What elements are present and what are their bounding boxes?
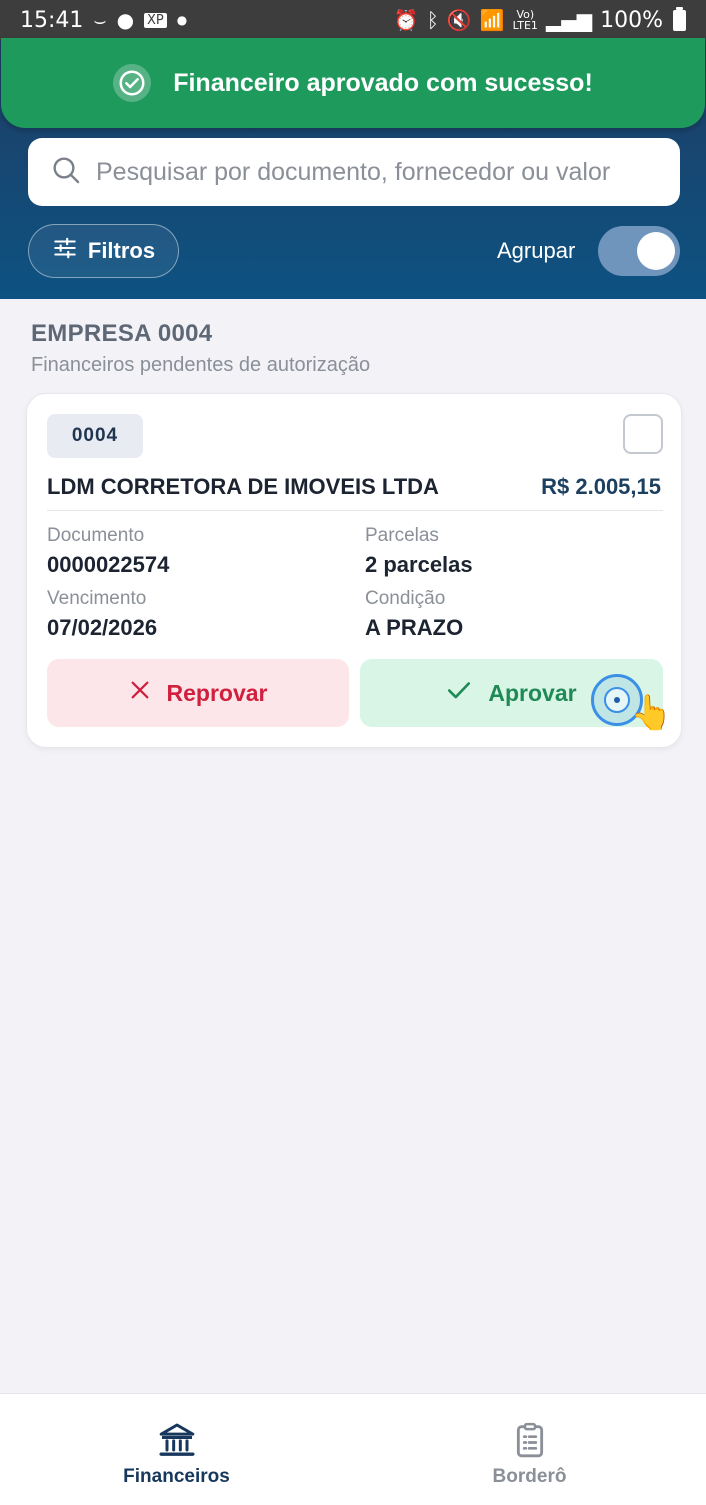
parcelas-label: Parcelas: [365, 525, 439, 546]
status-bar: 15:41 ⌣ ● XP ● ⏰ ᛒ 🔇 📶 Vo) LTE1 ▂▄▆ 100%: [0, 0, 706, 40]
pointer-hand-icon: 👆: [630, 694, 673, 732]
alarm-icon: ⏰: [393, 8, 419, 32]
notification-dot-icon: ●: [176, 13, 188, 27]
battery-icon: [673, 6, 686, 31]
nav-item-financeiros[interactable]: Financeiros: [0, 1394, 353, 1505]
xp-app-icon: XP: [144, 12, 167, 28]
group-title: EMPRESA 0004: [31, 320, 213, 347]
condicao-value: A PRAZO: [365, 615, 464, 640]
documento-label: Documento: [47, 525, 145, 546]
signal-icon: ▂▄▆: [545, 8, 593, 32]
toggle-knob: [637, 232, 675, 270]
select-checkbox[interactable]: [623, 414, 663, 454]
success-toast: Financeiro aprovado com sucesso!: [1, 38, 705, 128]
company-badge: 0004: [47, 414, 143, 458]
nav-label-bordero: Borderô: [492, 1466, 567, 1487]
amount: R$ 2.005,15: [541, 474, 661, 499]
documento-value: 0000022574: [47, 552, 170, 577]
search-bar[interactable]: [28, 138, 680, 206]
mute-icon: 🔇: [446, 8, 472, 32]
search-icon: [50, 154, 82, 191]
clipboard-list-icon: [510, 1420, 550, 1460]
parcelas-value: 2 parcelas: [365, 552, 473, 577]
check-icon: [446, 677, 472, 709]
filters-label: Filtros: [87, 238, 156, 263]
chat-icon: ●: [116, 8, 135, 32]
amazon-icon: ⌣: [93, 8, 107, 32]
check-circle-icon: [113, 64, 152, 102]
approve-label: Aprovar: [488, 679, 577, 706]
vencimento-label: Vencimento: [47, 588, 147, 609]
battery-percent: 100%: [600, 7, 663, 33]
volte-lte-icon: Vo) LTE1: [512, 8, 538, 32]
bank-icon: [157, 1420, 197, 1460]
search-input[interactable]: [96, 157, 676, 187]
filters-button[interactable]: Filtros: [28, 224, 179, 278]
sliders-icon: [52, 235, 78, 267]
vencimento-value: 07/02/2026: [47, 615, 158, 640]
supplier-name: LDM CORRETORA DE IMOVEIS LTDA: [47, 474, 439, 499]
group-subtitle: Financeiros pendentes de autorização: [31, 354, 371, 376]
bottom-navigation: Financeiros Borderô: [0, 1393, 706, 1505]
bluetooth-icon: ᛒ: [426, 8, 439, 32]
touch-dot: [614, 697, 620, 703]
condicao-label: Condição: [365, 588, 446, 609]
toast-message: Financeiro aprovado com sucesso!: [173, 68, 593, 97]
wifi-icon: 📶: [479, 8, 505, 32]
nav-item-bordero[interactable]: Borderô: [353, 1394, 706, 1505]
close-icon: [129, 679, 151, 707]
reject-label: Reprovar: [166, 679, 268, 706]
divider: [47, 510, 663, 511]
clock: 15:41: [20, 7, 84, 33]
financial-card: 0004 LDM CORRETORA DE IMOVEIS LTDA R$ 2.…: [26, 393, 682, 748]
group-toggle-label: Agrupar: [497, 238, 576, 263]
reject-button[interactable]: Reprovar: [47, 659, 349, 727]
nav-label-financeiros: Financeiros: [123, 1466, 230, 1487]
group-toggle[interactable]: [598, 226, 680, 276]
